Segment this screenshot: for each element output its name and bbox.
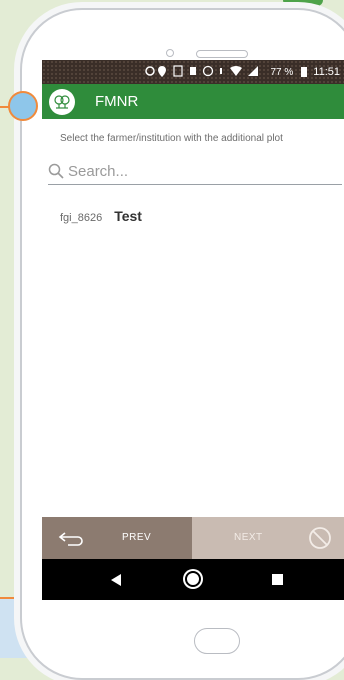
callout-marker [8, 91, 38, 121]
tree-icon [54, 94, 70, 109]
search-bar[interactable] [48, 158, 342, 185]
nav-home-icon[interactable] [185, 571, 201, 587]
search-input[interactable] [68, 162, 328, 180]
physical-home-button[interactable] [194, 628, 240, 654]
nav-recents-icon[interactable] [272, 574, 283, 585]
prev-button[interactable]: PREV [42, 517, 192, 559]
earpiece-speaker [196, 50, 248, 58]
top-tab-marker [283, 0, 323, 6]
status-icon-strip [145, 64, 259, 77]
search-icon [48, 163, 64, 179]
phone-screen: 77 % 11:51 FMNR Select the farmer/instit… [42, 60, 344, 600]
app-title: FMNR [95, 93, 139, 110]
app-bar: FMNR [42, 84, 344, 119]
status-bar: 77 % 11:51 [42, 60, 344, 84]
list-item-id: fgi_8626 [60, 212, 103, 224]
prev-button-label: PREV [122, 532, 152, 543]
wizard-navigation: PREV NEXT [42, 517, 344, 559]
battery-percent: 77 % [270, 66, 294, 78]
instruction-text: Select the farmer/institution with the a… [60, 133, 283, 144]
app-logo-icon[interactable] [49, 88, 75, 115]
list-item[interactable]: fgi_8626 Test [60, 208, 142, 224]
android-navigation-bar [42, 559, 344, 600]
battery-icon [301, 67, 308, 77]
status-time: 11:51 [313, 66, 340, 78]
nav-back-icon[interactable] [109, 573, 123, 587]
front-camera [166, 49, 174, 57]
status-icons [144, 64, 264, 80]
back-arrow-icon [58, 532, 83, 546]
next-button-label: NEXT [234, 532, 263, 543]
list-item-name: Test [114, 208, 142, 224]
next-button[interactable]: NEXT [192, 517, 344, 559]
blocked-icon [309, 527, 331, 549]
